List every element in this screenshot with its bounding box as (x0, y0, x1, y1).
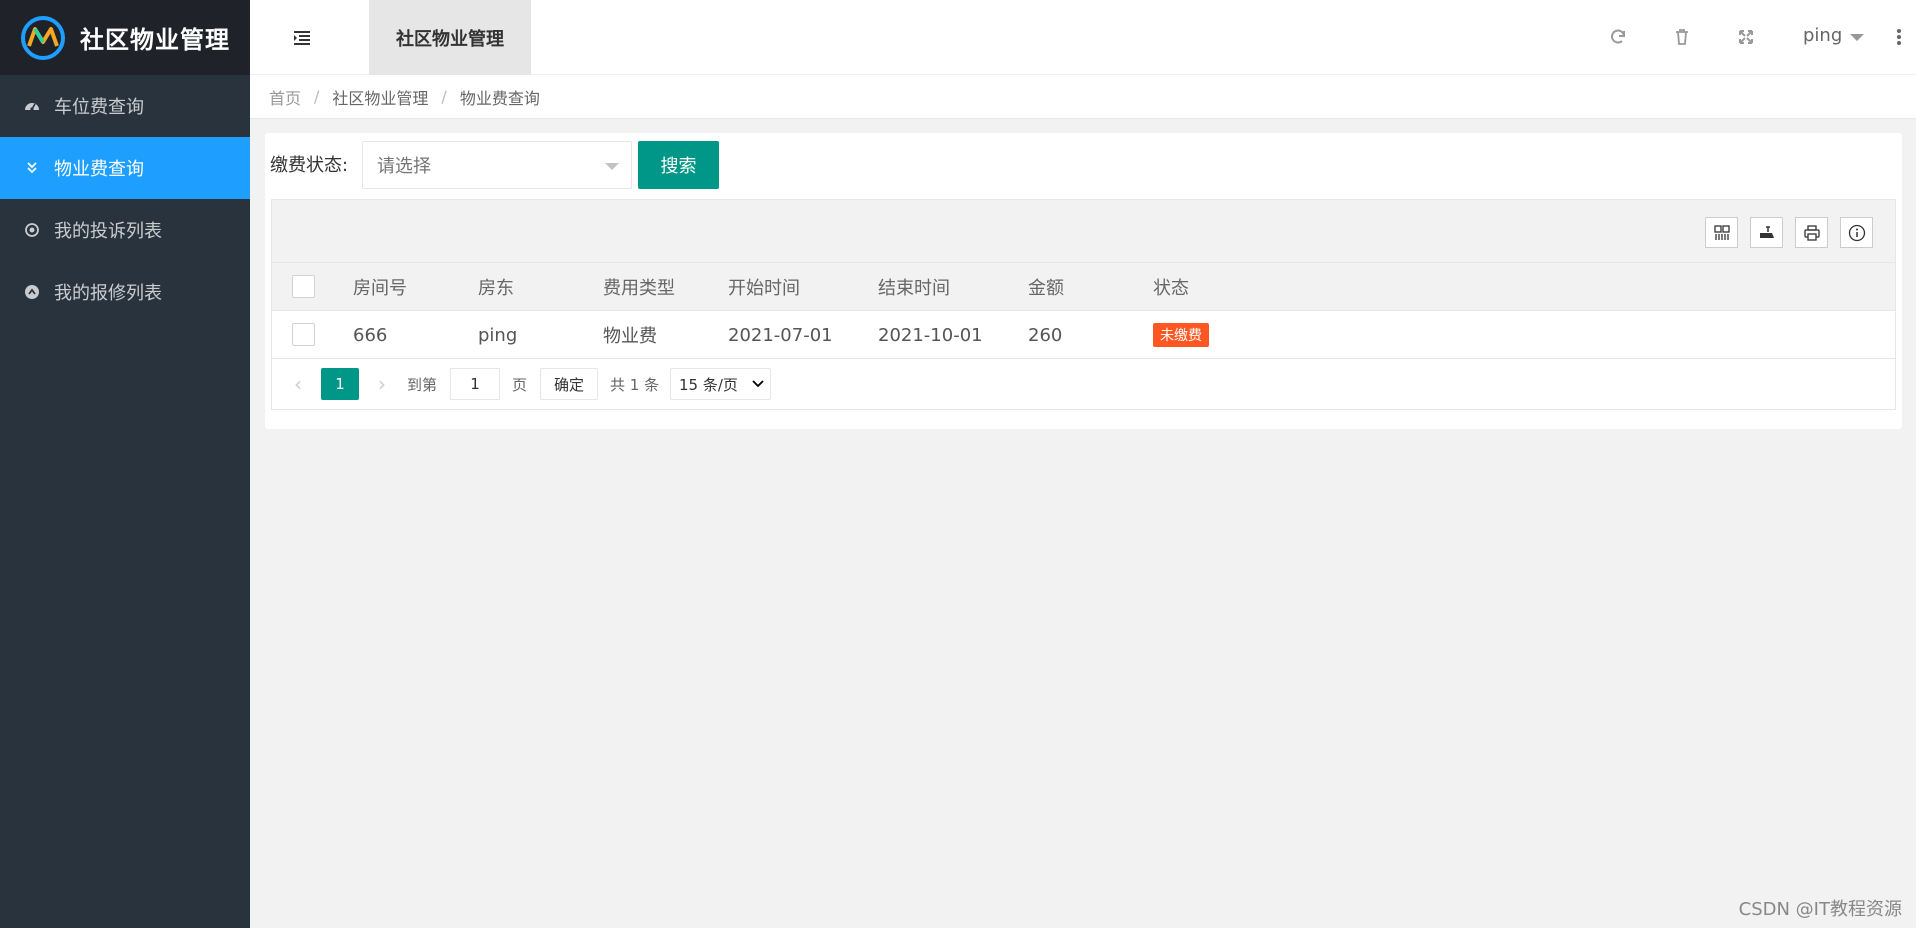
header-tab-home[interactable]: 社区物业管理 (369, 0, 531, 75)
select-all-checkbox[interactable] (292, 275, 315, 298)
info-icon[interactable] (1840, 217, 1873, 248)
cell-start: 2021-07-01 (728, 324, 833, 346)
goto-page-input[interactable] (450, 368, 500, 400)
payment-status-select[interactable]: 请选择 (362, 141, 632, 189)
page-size-value: 15 条/页 (679, 375, 738, 394)
sidebar-item-property-fee[interactable]: 物业费查询 (0, 137, 250, 199)
breadcrumb: 首页 / 社区物业管理 / 物业费查询 (250, 75, 1916, 119)
chevron-down-icon (752, 380, 764, 388)
goto-label: 到第 (407, 375, 438, 394)
breadcrumb-separator: / (314, 87, 320, 106)
menu-toggle-icon[interactable] (290, 26, 314, 50)
payment-status-label: 缴费状态: (270, 155, 349, 176)
watermark: CSDN @IT教程资源 (1738, 899, 1902, 920)
top-header: 社区物业管理 ping (250, 0, 1916, 75)
sidebar: 社区物业管理 车位费查询 物业费查询 我的投诉列表 我的报修列表 (0, 0, 250, 928)
breadcrumb-item[interactable]: 社区物业管理 (332, 85, 428, 109)
cell-end: 2021-10-01 (878, 324, 983, 346)
chevron-down-icon (605, 163, 619, 170)
main-card: 缴费状态: 请选择 搜索 房间号 房东 费用类型 开始时间 结束时间 金额 状态… (265, 133, 1902, 429)
cell-owner: ping (478, 324, 518, 346)
more-vertical-icon[interactable] (1888, 26, 1910, 48)
sidebar-item-label: 车位费查询 (54, 97, 144, 118)
pagination: ‹ 1 › 到第 页 确定 共 1 条 15 条/页 (272, 359, 1895, 409)
page-size-select[interactable]: 15 条/页 (670, 368, 771, 400)
status-badge: 未缴费 (1153, 323, 1209, 347)
fullscreen-icon[interactable] (1735, 26, 1757, 48)
column-header-end: 结束时间 (878, 278, 950, 299)
column-header-fee-type: 费用类型 (603, 278, 675, 299)
trash-icon[interactable] (1671, 26, 1693, 48)
table-row: 666 ping 物业费 2021-07-01 2021-10-01 260 未… (272, 311, 1895, 359)
cell-amount: 260 (1028, 324, 1063, 346)
select-placeholder: 请选择 (377, 156, 431, 177)
logo-icon (21, 15, 65, 60)
print-icon[interactable] (1795, 217, 1828, 248)
sidebar-item-label: 我的报修列表 (54, 283, 162, 304)
total-count: 共 1 条 (610, 375, 660, 394)
up-circle-icon (24, 284, 40, 300)
columns-filter-icon[interactable] (1705, 217, 1738, 248)
table-toolbar (272, 200, 1895, 263)
table-header: 房间号 房东 费用类型 开始时间 结束时间 金额 状态 (272, 263, 1895, 311)
user-name: ping (1803, 25, 1843, 46)
refresh-icon[interactable] (1607, 26, 1629, 48)
column-header-room: 房间号 (353, 278, 407, 299)
breadcrumb-separator: / (441, 87, 447, 106)
logo-area: 社区物业管理 (0, 0, 250, 75)
search-button[interactable]: 搜索 (638, 141, 719, 189)
row-checkbox[interactable] (292, 323, 315, 346)
sidebar-item-parking-fee[interactable]: 车位费查询 (0, 75, 250, 137)
next-page-icon[interactable]: › (372, 368, 392, 400)
target-circle-icon (24, 222, 40, 238)
sidebar-item-label: 物业费查询 (54, 159, 144, 180)
confirm-page-button[interactable]: 确定 (540, 368, 598, 400)
breadcrumb-home[interactable]: 首页 (269, 85, 301, 109)
chevron-down-icon (1850, 33, 1865, 41)
export-icon[interactable] (1750, 217, 1783, 248)
app-title: 社区物业管理 (80, 26, 230, 54)
cell-room: 666 (353, 324, 388, 346)
sidebar-item-label: 我的投诉列表 (54, 221, 162, 242)
column-header-amount: 金额 (1028, 278, 1064, 299)
dashboard-icon (24, 98, 40, 114)
page-number-current[interactable]: 1 (321, 368, 359, 400)
fee-table: 房间号 房东 费用类型 开始时间 结束时间 金额 状态 666 ping 物业费… (271, 199, 1896, 410)
sidebar-item-repairs[interactable]: 我的报修列表 (0, 261, 250, 323)
cell-fee-type: 物业费 (603, 326, 657, 347)
column-header-owner: 房东 (478, 278, 514, 299)
breadcrumb-current: 物业费查询 (459, 88, 540, 108)
double-chevron-down-icon (24, 160, 40, 176)
sidebar-item-complaints[interactable]: 我的投诉列表 (0, 199, 250, 261)
prev-page-icon[interactable]: ‹ (288, 368, 308, 400)
user-menu[interactable]: ping (1803, 25, 1865, 46)
column-header-start: 开始时间 (728, 278, 800, 299)
column-header-status: 状态 (1153, 278, 1189, 299)
cell-status: 未缴费 (1153, 311, 1209, 359)
page-unit-label: 页 (512, 375, 528, 394)
